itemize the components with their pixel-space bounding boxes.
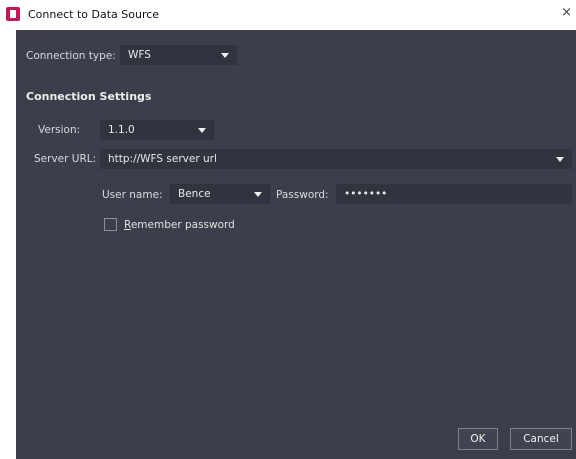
remember-password-label[interactable]: Remember password (124, 219, 235, 231)
server-url-label: Server URL: (34, 153, 97, 165)
ok-button[interactable]: OK (458, 428, 498, 450)
chevron-down-icon (556, 157, 564, 162)
user-name-value: Bence (178, 188, 211, 200)
window-title: Connect to Data Source (28, 8, 160, 21)
user-name-label: User name: (102, 189, 163, 201)
chevron-down-icon (254, 192, 262, 197)
remember-password-checkbox[interactable] (104, 218, 117, 231)
user-name-dropdown[interactable]: Bence (170, 184, 270, 204)
chevron-down-icon (198, 128, 206, 133)
connection-type-label: Connection type: (26, 50, 116, 62)
dialog-panel: Connection type: WFS Connection Settings… (16, 30, 576, 459)
password-label: Password: (276, 189, 329, 201)
title-bar: Connect to Data Source × (0, 0, 576, 30)
section-title: Connection Settings (26, 90, 152, 103)
password-field[interactable]: ••••••• (336, 184, 572, 204)
version-dropdown[interactable]: 1.1.0 (100, 120, 214, 140)
close-icon[interactable]: × (561, 6, 572, 19)
version-value: 1.1.0 (108, 124, 135, 136)
chevron-down-icon (221, 53, 229, 58)
version-label: Version: (38, 124, 81, 136)
app-icon (6, 7, 20, 21)
connection-type-dropdown[interactable]: WFS (120, 45, 237, 65)
remember-password-mnemonic: R (124, 219, 131, 231)
cancel-button[interactable]: Cancel (510, 428, 572, 450)
server-url-dropdown[interactable]: http://WFS server url (100, 149, 572, 169)
remember-password-text: emember password (130, 219, 235, 231)
server-url-value: http://WFS server url (108, 153, 217, 165)
connection-type-value: WFS (128, 49, 151, 61)
